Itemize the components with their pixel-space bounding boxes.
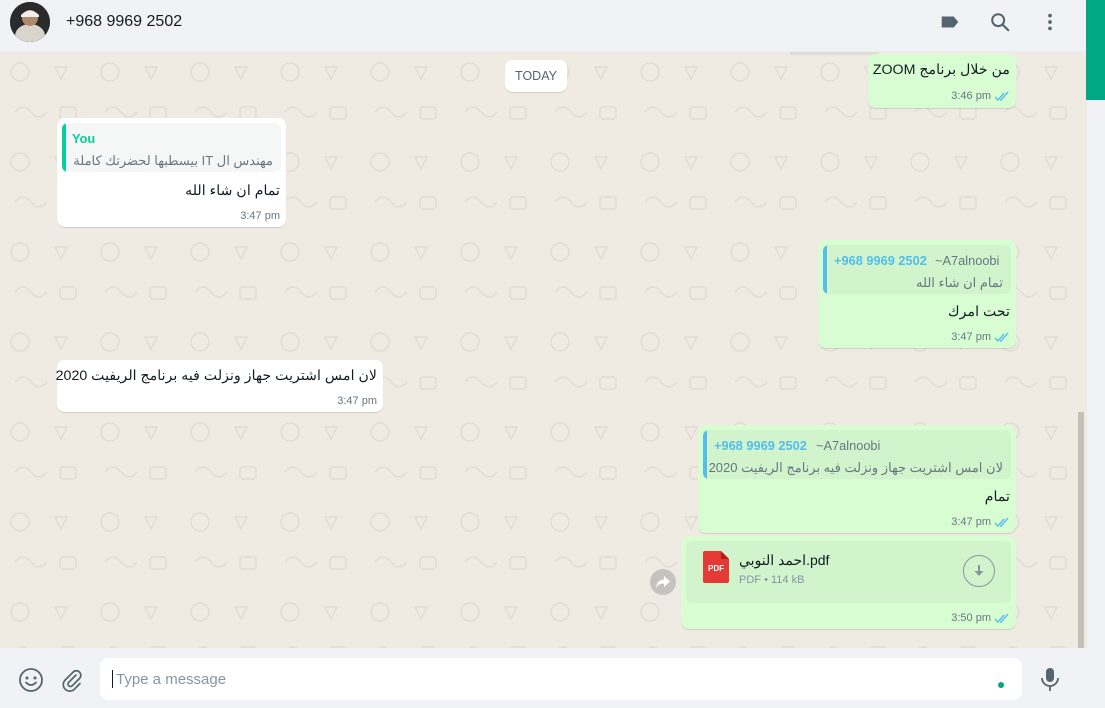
date-separator: TODAY <box>505 60 567 92</box>
message-input-placeholder: Type a message <box>116 671 227 688</box>
emoji-icon[interactable] <box>17 666 45 694</box>
mic-icon[interactable] <box>1036 666 1064 694</box>
message-time: 3:47 pm <box>240 210 280 222</box>
quote-pushname: ~A7alnoobi <box>816 438 881 453</box>
message-meta: 3:47 pm <box>240 210 280 222</box>
chat-header: +968 9969 2502 <box>0 0 1087 52</box>
document-type: PDF <box>739 574 761 586</box>
text-cursor <box>112 670 113 688</box>
contact-avatar[interactable] <box>10 2 50 42</box>
message-time: 3:50 pm <box>951 612 991 624</box>
message-meta: 3:50 pm <box>951 612 1010 624</box>
forward-icon <box>656 576 670 588</box>
menu-icon[interactable] <box>1038 10 1062 34</box>
message-meta: 3:46 pm <box>951 90 1010 102</box>
chat-scrollbar[interactable] <box>1078 412 1084 648</box>
document-filename: احمد النوبي.pdf <box>739 552 830 568</box>
quoted-message[interactable]: +968 9969 2502 ~A7alnoobi تمام ان شاء ال… <box>823 245 1011 294</box>
quote-text: لان امس اشتريت جهاز ونزلت فيه برنامج الر… <box>708 460 1003 475</box>
document-details: PDF • 114 kB <box>739 574 804 586</box>
forward-button[interactable] <box>650 569 676 595</box>
search-icon[interactable] <box>988 10 1012 34</box>
quote-bar <box>62 123 66 172</box>
quote-bar <box>703 430 707 479</box>
quoted-message[interactable]: +968 9969 2502 ~A7alnoobi لان امس اشتريت… <box>703 430 1011 479</box>
quote-text: تمام ان شاء الله <box>916 275 1003 290</box>
separator-dot: • <box>764 574 771 586</box>
read-ticks-icon <box>994 91 1009 101</box>
message-time: 3:47 pm <box>951 331 991 343</box>
document-size: 114 kB <box>770 574 805 586</box>
message-bubble-outgoing[interactable]: +968 9969 2502 ~A7alnoobi لان امس اشتريت… <box>698 425 1016 533</box>
message-bubble-outgoing[interactable]: +968 9969 2502 ~A7alnoobi تمام ان شاء ال… <box>818 240 1016 348</box>
chat-panel: من خلال برنامج ZOOM 3:46 pm TODAY You مه… <box>0 52 1087 648</box>
message-time: 3:47 pm <box>951 516 991 528</box>
input-indicator-dot <box>998 682 1004 688</box>
message-text: لان امس اشتريت جهاز ونزلت فيه برنامج الر… <box>55 368 377 384</box>
message-text: تحت امرك <box>947 304 1010 320</box>
label-icon[interactable] <box>938 10 962 34</box>
message-meta: 3:47 pm <box>951 516 1010 528</box>
message-bubble-incoming[interactable]: لان امس اشتريت جهاز ونزلت فيه برنامج الر… <box>55 360 383 412</box>
window-edge <box>1087 0 1105 708</box>
download-icon <box>974 565 984 576</box>
quote-author: You <box>72 131 96 146</box>
contact-name[interactable]: +968 9969 2502 <box>66 13 182 31</box>
message-bubble-outgoing[interactable]: من خلال برنامج ZOOM 3:46 pm <box>868 54 1016 108</box>
message-text: من خلال برنامج ZOOM <box>872 62 1010 78</box>
read-ticks-icon <box>994 613 1009 623</box>
pdf-file-icon: PDF <box>703 551 729 583</box>
message-bubble-document[interactable]: PDF احمد النوبي.pdf PDF • 114 kB 3:50 pm <box>681 536 1016 629</box>
quote-author: +968 9969 2502 <box>834 253 927 268</box>
message-meta: 3:47 pm <box>951 331 1010 343</box>
quote-pushname: ~A7alnoobi <box>935 253 1000 268</box>
message-time: 3:47 pm <box>337 395 377 407</box>
compose-bar: Type a message <box>0 648 1087 708</box>
read-ticks-icon <box>994 517 1009 527</box>
window-scrollbar[interactable] <box>1086 0 1105 100</box>
document-card[interactable]: PDF احمد النوبي.pdf PDF • 114 kB <box>686 541 1011 603</box>
quote-bar <box>823 245 827 294</box>
download-button[interactable] <box>963 555 995 587</box>
read-ticks-icon <box>994 332 1009 342</box>
message-input[interactable]: Type a message <box>100 658 1022 700</box>
quote-text: مهندس ال IT بيسطبها لحضرتك كاملة <box>73 153 273 168</box>
message-text: تمام ان شاء الله <box>185 183 280 199</box>
quote-author: +968 9969 2502 <box>714 438 807 453</box>
message-bubble-incoming[interactable]: You مهندس ال IT بيسطبها لحضرتك كاملة تما… <box>57 118 286 227</box>
message-meta: 3:47 pm <box>337 395 377 407</box>
message-text: تمام <box>984 489 1010 505</box>
attach-icon[interactable] <box>58 666 86 694</box>
pdf-icon-label: PDF <box>708 564 724 573</box>
quoted-message[interactable]: You مهندس ال IT بيسطبها لحضرتك كاملة <box>62 123 281 172</box>
message-time: 3:46 pm <box>951 90 991 102</box>
